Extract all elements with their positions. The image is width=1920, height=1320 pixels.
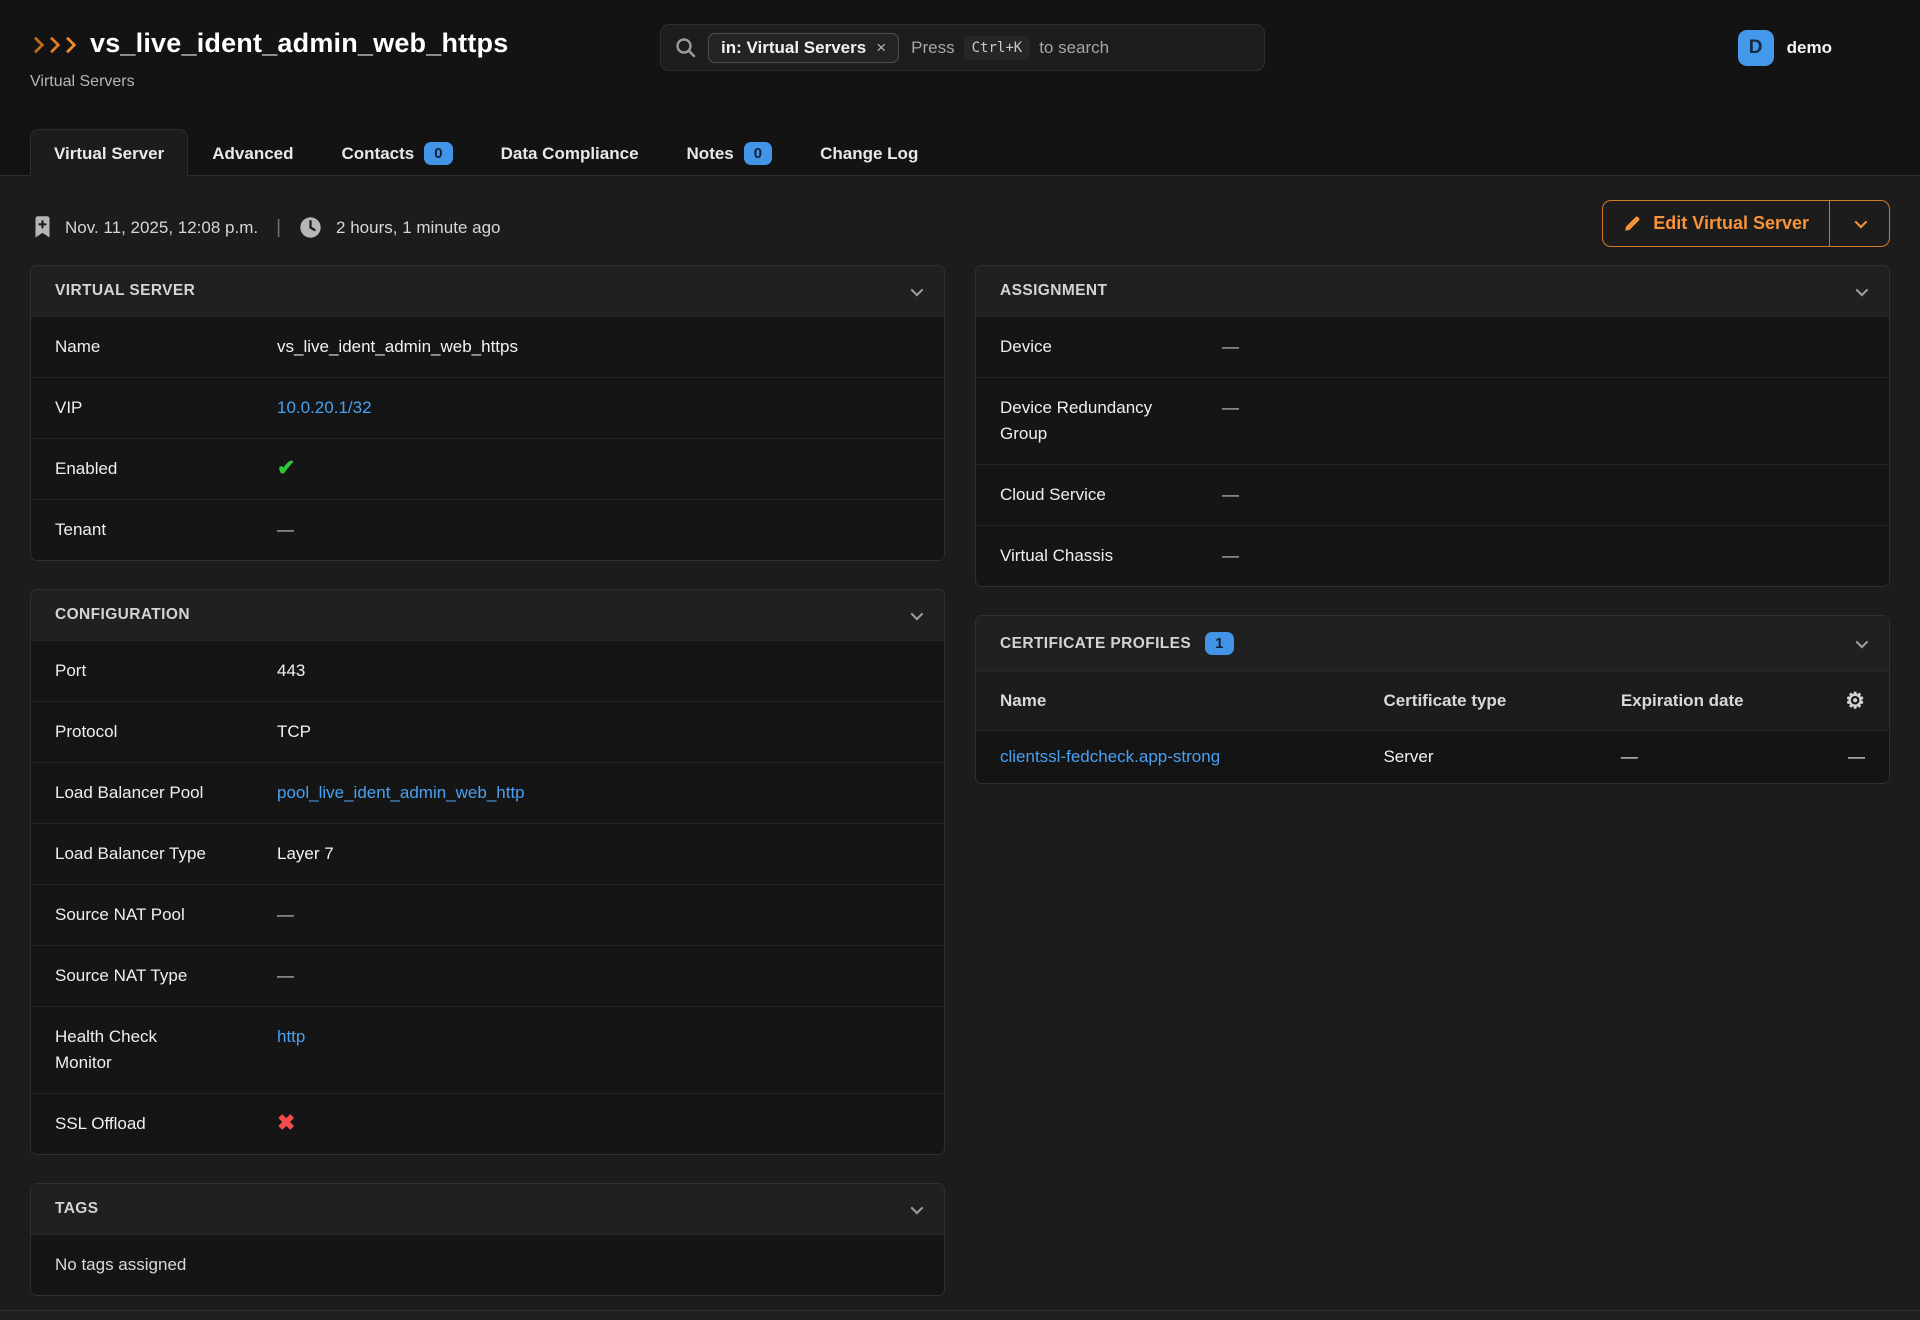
tab-virtual-server[interactable]: Virtual Server bbox=[30, 129, 188, 177]
collapse-chevron-icon[interactable] bbox=[911, 607, 924, 620]
collapse-chevron-icon[interactable] bbox=[1856, 283, 1869, 296]
table-config-gear-icon[interactable]: ⚙ bbox=[1845, 688, 1865, 713]
tags-panel: TAGS No tags assigned bbox=[30, 1183, 945, 1296]
footer-strip bbox=[0, 1310, 1920, 1320]
attribute-row: Cloud Service — bbox=[976, 464, 1889, 525]
load-balancer-type-value: Layer 7 bbox=[277, 841, 920, 867]
vip-link[interactable]: 10.0.20.1/32 bbox=[277, 395, 920, 421]
edit-virtual-server-button[interactable]: Edit Virtual Server bbox=[1602, 200, 1830, 247]
attribute-row: SSL Offload ✖ bbox=[31, 1093, 944, 1154]
source-nat-type-value: — bbox=[277, 963, 920, 989]
keyboard-shortcut: Ctrl+K bbox=[964, 36, 1031, 60]
tab-advanced[interactable]: Advanced bbox=[188, 129, 317, 177]
assignment-panel: ASSIGNMENT Device — Device Redundancy Gr… bbox=[975, 265, 1890, 587]
attribute-row: Device — bbox=[976, 316, 1889, 377]
health-check-monitor-link[interactable]: http bbox=[277, 1024, 920, 1076]
certificate-profiles-panel-header[interactable]: CERTIFICATE PROFILES 1 bbox=[976, 616, 1889, 671]
main-content: Nov. 11, 2025, 12:08 p.m. | 2 hours, 1 m… bbox=[0, 176, 1920, 1310]
expiration-date-cell: — bbox=[1597, 731, 1816, 784]
app-logo[interactable] bbox=[30, 37, 74, 51]
virtual-server-panel: VIRTUAL SERVER Name vs_live_ident_admin_… bbox=[30, 265, 945, 561]
page-title: vs_live_ident_admin_web_https bbox=[90, 28, 508, 59]
search-scope-label: in: Virtual Servers bbox=[721, 38, 866, 58]
device-redundancy-group-value: — bbox=[1222, 395, 1865, 447]
tags-empty-row: No tags assigned bbox=[31, 1234, 944, 1295]
bookmark-plus-icon bbox=[34, 216, 51, 239]
left-column: VIRTUAL SERVER Name vs_live_ident_admin_… bbox=[30, 265, 945, 1320]
avatar[interactable]: D bbox=[1738, 30, 1774, 66]
right-column: ASSIGNMENT Device — Device Redundancy Gr… bbox=[975, 265, 1890, 812]
search-hint: Press Ctrl+K to search bbox=[911, 36, 1109, 60]
updated-ago: 2 hours, 1 minute ago bbox=[336, 218, 500, 238]
device-value: — bbox=[1222, 334, 1865, 360]
certificate-profiles-table: Name Certificate type Expiration date ⚙ … bbox=[976, 671, 1889, 783]
user-menu[interactable]: D demo bbox=[1738, 30, 1832, 66]
protocol-value: TCP bbox=[277, 719, 920, 745]
tab-contacts[interactable]: Contacts0 bbox=[318, 129, 477, 177]
virtual-chassis-value: — bbox=[1222, 543, 1865, 569]
edit-dropdown-button[interactable] bbox=[1830, 200, 1890, 247]
configuration-panel-header[interactable]: CONFIGURATION bbox=[31, 590, 944, 640]
attribute-row: Source NAT Type — bbox=[31, 945, 944, 1006]
certificate-profile-link[interactable]: clientssl-fedcheck.app-strong bbox=[1000, 747, 1220, 766]
search-icon bbox=[675, 37, 696, 58]
attribute-row: Source NAT Pool — bbox=[31, 884, 944, 945]
port-value: 443 bbox=[277, 658, 920, 684]
configuration-panel: CONFIGURATION Port 443 Protocol TCP Load… bbox=[30, 589, 945, 1155]
created-timestamp: Nov. 11, 2025, 12:08 p.m. bbox=[65, 218, 258, 238]
search-scope-chip[interactable]: in: Virtual Servers × bbox=[708, 33, 899, 63]
table-header-row: Name Certificate type Expiration date ⚙ bbox=[976, 672, 1889, 731]
tab-data-compliance[interactable]: Data Compliance bbox=[477, 129, 663, 177]
attribute-row: VIP 10.0.20.1/32 bbox=[31, 377, 944, 438]
row-extra-cell: — bbox=[1816, 731, 1889, 784]
notes-count-badge: 0 bbox=[744, 142, 772, 165]
edit-button-group: Edit Virtual Server bbox=[1602, 200, 1890, 247]
search-input[interactable]: in: Virtual Servers × Press Ctrl+K to se… bbox=[660, 24, 1265, 71]
pencil-icon bbox=[1623, 214, 1642, 233]
cross-icon: ✖ bbox=[277, 1111, 920, 1137]
attribute-row: Name vs_live_ident_admin_web_https bbox=[31, 316, 944, 377]
attribute-row: Tenant — bbox=[31, 499, 944, 560]
attribute-row: Port 443 bbox=[31, 640, 944, 701]
tab-change-log[interactable]: Change Log bbox=[796, 129, 942, 177]
meta-divider: | bbox=[272, 217, 285, 239]
virtual-server-panel-header[interactable]: VIRTUAL SERVER bbox=[31, 266, 944, 316]
attribute-row: Device Redundancy Group — bbox=[976, 377, 1889, 464]
table-row: clientssl-fedcheck.app-strong Server — — bbox=[976, 731, 1889, 784]
attribute-row: Virtual Chassis — bbox=[976, 525, 1889, 586]
collapse-chevron-icon[interactable] bbox=[1856, 636, 1869, 649]
cloud-service-value: — bbox=[1222, 482, 1865, 508]
source-nat-pool-value: — bbox=[277, 902, 920, 928]
certificate-profiles-count-badge: 1 bbox=[1205, 632, 1234, 655]
collapse-chevron-icon[interactable] bbox=[911, 283, 924, 296]
certificate-profiles-panel: CERTIFICATE PROFILES 1 Name Certificate … bbox=[975, 615, 1890, 784]
attribute-row: Protocol TCP bbox=[31, 701, 944, 762]
search-hint-press: Press bbox=[911, 38, 954, 58]
tab-notes[interactable]: Notes0 bbox=[663, 129, 797, 177]
search-hint-suffix: to search bbox=[1039, 38, 1109, 58]
certificate-type-cell: Server bbox=[1359, 731, 1596, 784]
name-value: vs_live_ident_admin_web_https bbox=[277, 334, 920, 360]
tenant-value: — bbox=[277, 517, 920, 543]
attribute-row: Enabled ✔ bbox=[31, 438, 944, 499]
attribute-row: Load Balancer Pool pool_live_ident_admin… bbox=[31, 762, 944, 823]
collapse-chevron-icon[interactable] bbox=[911, 1201, 924, 1214]
contacts-count-badge: 0 bbox=[424, 142, 452, 165]
tags-panel-header[interactable]: TAGS bbox=[31, 1184, 944, 1234]
chip-close-icon[interactable]: × bbox=[876, 38, 886, 58]
username: demo bbox=[1787, 38, 1832, 58]
clock-icon bbox=[299, 216, 322, 239]
attribute-row: Health Check Monitor http bbox=[31, 1006, 944, 1093]
chevron-down-icon bbox=[1855, 216, 1868, 229]
tab-bar: Virtual Server Advanced Contacts0 Data C… bbox=[0, 128, 1920, 176]
check-icon: ✔ bbox=[277, 456, 920, 482]
attribute-row: Load Balancer Type Layer 7 bbox=[31, 823, 944, 884]
no-tags-message: No tags assigned bbox=[55, 1252, 920, 1278]
load-balancer-pool-link[interactable]: pool_live_ident_admin_web_http bbox=[277, 780, 920, 806]
assignment-panel-header[interactable]: ASSIGNMENT bbox=[976, 266, 1889, 316]
top-bar: vs_live_ident_admin_web_https Virtual Se… bbox=[0, 0, 1920, 128]
